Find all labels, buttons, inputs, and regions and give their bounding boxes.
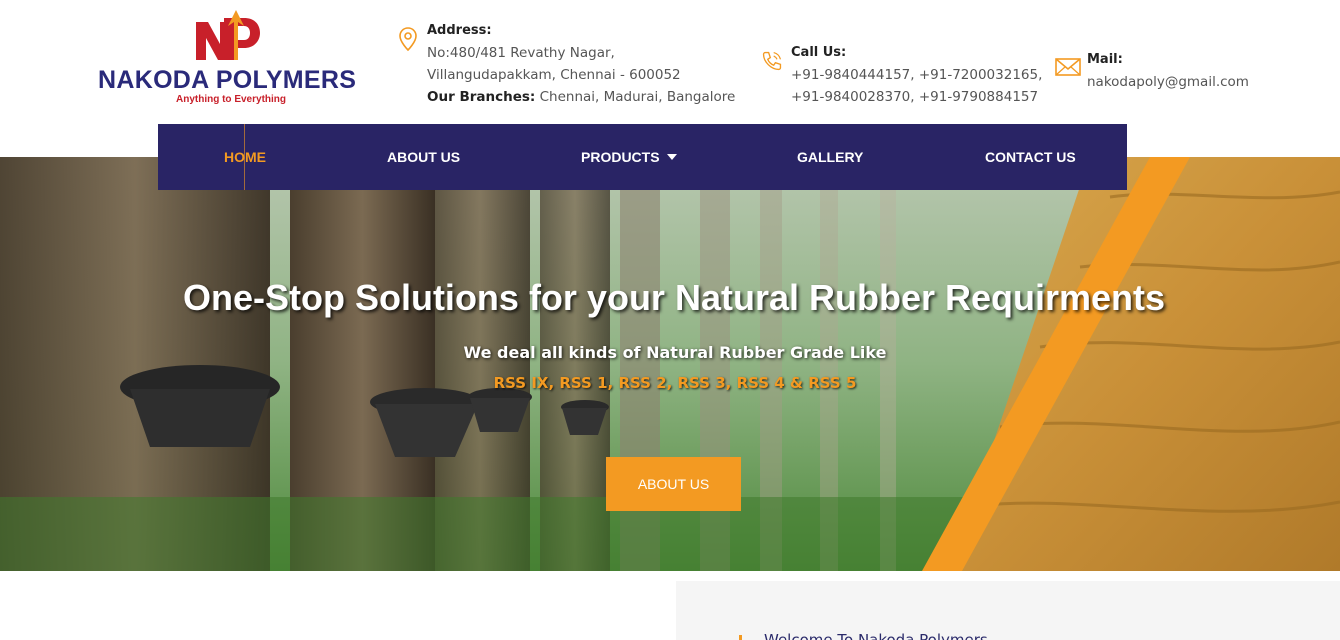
welcome-panel: Welcome To Nakoda Polymers <box>676 581 1340 640</box>
nav-item-products-label: PRODUCTS <box>581 149 660 165</box>
main-nav: HOME ABOUT US PRODUCTS GALLERY CONTACT U… <box>158 124 1127 190</box>
nav-item-about-us[interactable]: ABOUT US <box>387 124 460 190</box>
location-pin-icon <box>399 27 417 52</box>
caret-down-icon <box>666 154 677 160</box>
hero-banner: One-Stop Solutions for your Natural Rubb… <box>0 157 1340 571</box>
hero-title: One-Stop Solutions for your Natural Rubb… <box>182 277 1166 318</box>
hero-grades: RSS IX, RSS 1, RSS 2, RSS 3, RSS 4 & RSS… <box>493 374 857 392</box>
nav-item-products[interactable]: PRODUCTS <box>581 124 677 190</box>
nav-item-gallery[interactable]: GALLERY <box>797 124 863 190</box>
call-block: Call Us: +91-9840444157, +91-7200032165,… <box>762 42 1042 108</box>
welcome-accent-bar <box>739 635 742 640</box>
phone-line-2[interactable]: +91-9840028370, +91-9790884157 <box>791 86 1042 108</box>
envelope-icon <box>1055 58 1081 76</box>
brand-logo[interactable]: NAKODA POLYMERS Anything to Everything <box>98 8 363 108</box>
mail-block: Mail: nakodapoly@gmail.com <box>1055 49 1249 93</box>
branches-line: Our Branches: Chennai, Madurai, Bangalor… <box>427 86 735 108</box>
call-label: Call Us: <box>791 45 847 60</box>
mail-label: Mail: <box>1087 52 1123 67</box>
nav-item-home[interactable]: HOME <box>224 124 266 190</box>
brand-tagline: Anything to Everything <box>176 94 286 105</box>
about-us-button[interactable]: ABOUT US <box>606 457 741 511</box>
address-line-1: No:480/481 Revathy Nagar, <box>427 45 615 61</box>
branches-label: Our Branches: <box>427 89 536 105</box>
logo-mark-icon <box>196 10 260 60</box>
branches-value: Chennai, Madurai, Bangalore <box>539 89 736 105</box>
address-block: Address: No:480/481 Revathy Nagar, Villa… <box>399 20 735 108</box>
welcome-heading: Welcome To Nakoda Polymers <box>764 631 988 640</box>
mail-address[interactable]: nakodapoly@gmail.com <box>1087 71 1249 93</box>
address-label: Address: <box>427 23 492 38</box>
phone-line-1[interactable]: +91-9840444157, +91-7200032165, <box>791 64 1042 86</box>
brand-name: NAKODA POLYMERS <box>98 66 357 94</box>
nav-item-contact-us[interactable]: CONTACT US <box>985 124 1076 190</box>
phone-icon <box>762 51 782 71</box>
address-line-2: Villangudapakkam, Chennai - 600052 <box>427 67 681 83</box>
hero-subtitle: We deal all kinds of Natural Rubber Grad… <box>463 343 887 362</box>
